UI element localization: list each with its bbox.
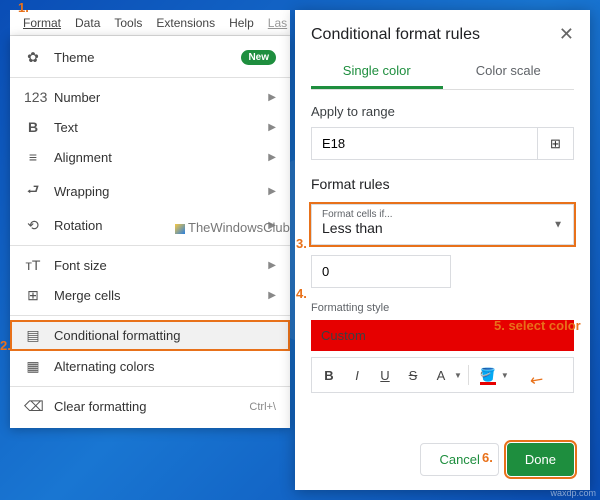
shortcut: Ctrl+\ (249, 401, 276, 413)
menu-label: Theme (54, 50, 94, 65)
new-badge: New (241, 50, 276, 65)
byline: waxdp.com (550, 488, 596, 498)
panel-title: Conditional format rules (311, 26, 480, 44)
menu-label: Rotation (54, 218, 102, 233)
divider (10, 386, 290, 387)
menu-data[interactable]: Data (68, 16, 107, 30)
menubar: Format Data Tools Extensions Help Las (10, 10, 290, 36)
menu-number[interactable]: 123 Number ▶ (10, 82, 290, 112)
chevron-right-icon: ▶ (268, 122, 276, 133)
alt-colors-icon: ▦ (24, 358, 42, 375)
menu-tools[interactable]: Tools (107, 16, 149, 30)
menu-alternating-colors[interactable]: ▦ Alternating colors (10, 351, 290, 382)
select-range-button[interactable]: ⊞ (538, 127, 574, 160)
chevron-right-icon: ▶ (268, 290, 276, 301)
menu-label: Merge cells (54, 288, 120, 303)
menu-merge[interactable]: ⊞ Merge cells ▶ (10, 280, 290, 311)
close-icon[interactable]: ✕ (559, 24, 574, 45)
menu-clear-formatting[interactable]: ⌫ Clear formatting Ctrl+\ (10, 391, 290, 422)
theme-icon: ✿ (24, 49, 42, 66)
grid-icon: ⊞ (550, 136, 561, 152)
underline-button[interactable]: U (372, 362, 398, 388)
divider (10, 315, 290, 316)
fill-color-button[interactable]: 🪣 (475, 362, 501, 388)
conditional-format-panel: Conditional format rules ✕ Single color … (295, 10, 590, 490)
cond-format-icon: ▤ (24, 327, 42, 344)
select-value: Less than (322, 220, 563, 236)
text-icon: B (24, 119, 42, 135)
cancel-button[interactable]: Cancel (420, 443, 498, 476)
divider (10, 77, 290, 78)
rotation-icon: ⟲ (24, 217, 42, 234)
style-preview[interactable]: Custom (311, 320, 574, 351)
panel-tabs: Single color Color scale (311, 55, 574, 90)
menu-help[interactable]: Help (222, 16, 261, 30)
menu-label: Alignment (54, 150, 112, 165)
menu-label: Alternating colors (54, 359, 154, 374)
align-icon: ≡ (24, 149, 42, 165)
menu-theme[interactable]: ✿ Theme New (10, 42, 290, 73)
format-toolbar: B I U S A▼ 🪣▼ (311, 357, 574, 393)
menu-conditional-formatting[interactable]: ▤ Conditional formatting (10, 320, 290, 351)
chevron-down-icon: ▼ (454, 371, 462, 380)
formatting-style-label: Formatting style (311, 302, 574, 314)
apply-range-label: Apply to range (311, 104, 574, 119)
strike-button[interactable]: S (400, 362, 426, 388)
menu-label: Wrapping (54, 184, 109, 199)
merge-icon: ⊞ (24, 287, 42, 304)
menu-label: Text (54, 120, 78, 135)
tab-single-color[interactable]: Single color (311, 55, 443, 89)
chevron-down-icon: ▼ (501, 371, 509, 380)
divider (468, 365, 469, 385)
number-icon: 123 (24, 89, 42, 105)
chevron-right-icon: ▶ (268, 260, 276, 271)
menu-label: Clear formatting (54, 399, 146, 414)
menu-format[interactable]: Format (16, 16, 68, 30)
done-button[interactable]: Done (507, 443, 574, 476)
menu-label: Number (54, 90, 100, 105)
select-caption: Format cells if... (322, 209, 563, 220)
menu-last-edit[interactable]: Las (261, 16, 294, 30)
chevron-down-icon: ▼ (553, 219, 563, 230)
menu-wrapping[interactable]: ⮐ Wrapping ▶ (10, 172, 290, 210)
range-input[interactable] (311, 127, 538, 160)
wrap-icon: ⮐ (24, 179, 42, 203)
fontsize-icon: ᴛT (24, 257, 42, 273)
threshold-input[interactable] (311, 255, 451, 288)
menu-extensions[interactable]: Extensions (149, 16, 222, 30)
bold-button[interactable]: B (316, 362, 342, 388)
menu-label: Font size (54, 258, 107, 273)
chevron-right-icon: ▶ (268, 152, 276, 163)
menu-label: Conditional formatting (54, 328, 180, 343)
clear-icon: ⌫ (24, 398, 42, 415)
italic-button[interactable]: I (344, 362, 370, 388)
format-rules-label: Format rules (311, 176, 574, 192)
chevron-right-icon: ▶ (268, 186, 276, 197)
text-color-button[interactable]: A (428, 362, 454, 388)
menu-fontsize[interactable]: ᴛT Font size ▶ (10, 250, 290, 280)
format-cells-if-select[interactable]: Format cells if... Less than ▼ (311, 204, 574, 245)
menu-alignment[interactable]: ≡ Alignment ▶ (10, 142, 290, 172)
tab-color-scale[interactable]: Color scale (443, 55, 575, 89)
chevron-right-icon: ▶ (268, 92, 276, 103)
menu-text[interactable]: B Text ▶ (10, 112, 290, 142)
divider (10, 245, 290, 246)
watermark: TheWindowsClub (175, 220, 290, 235)
